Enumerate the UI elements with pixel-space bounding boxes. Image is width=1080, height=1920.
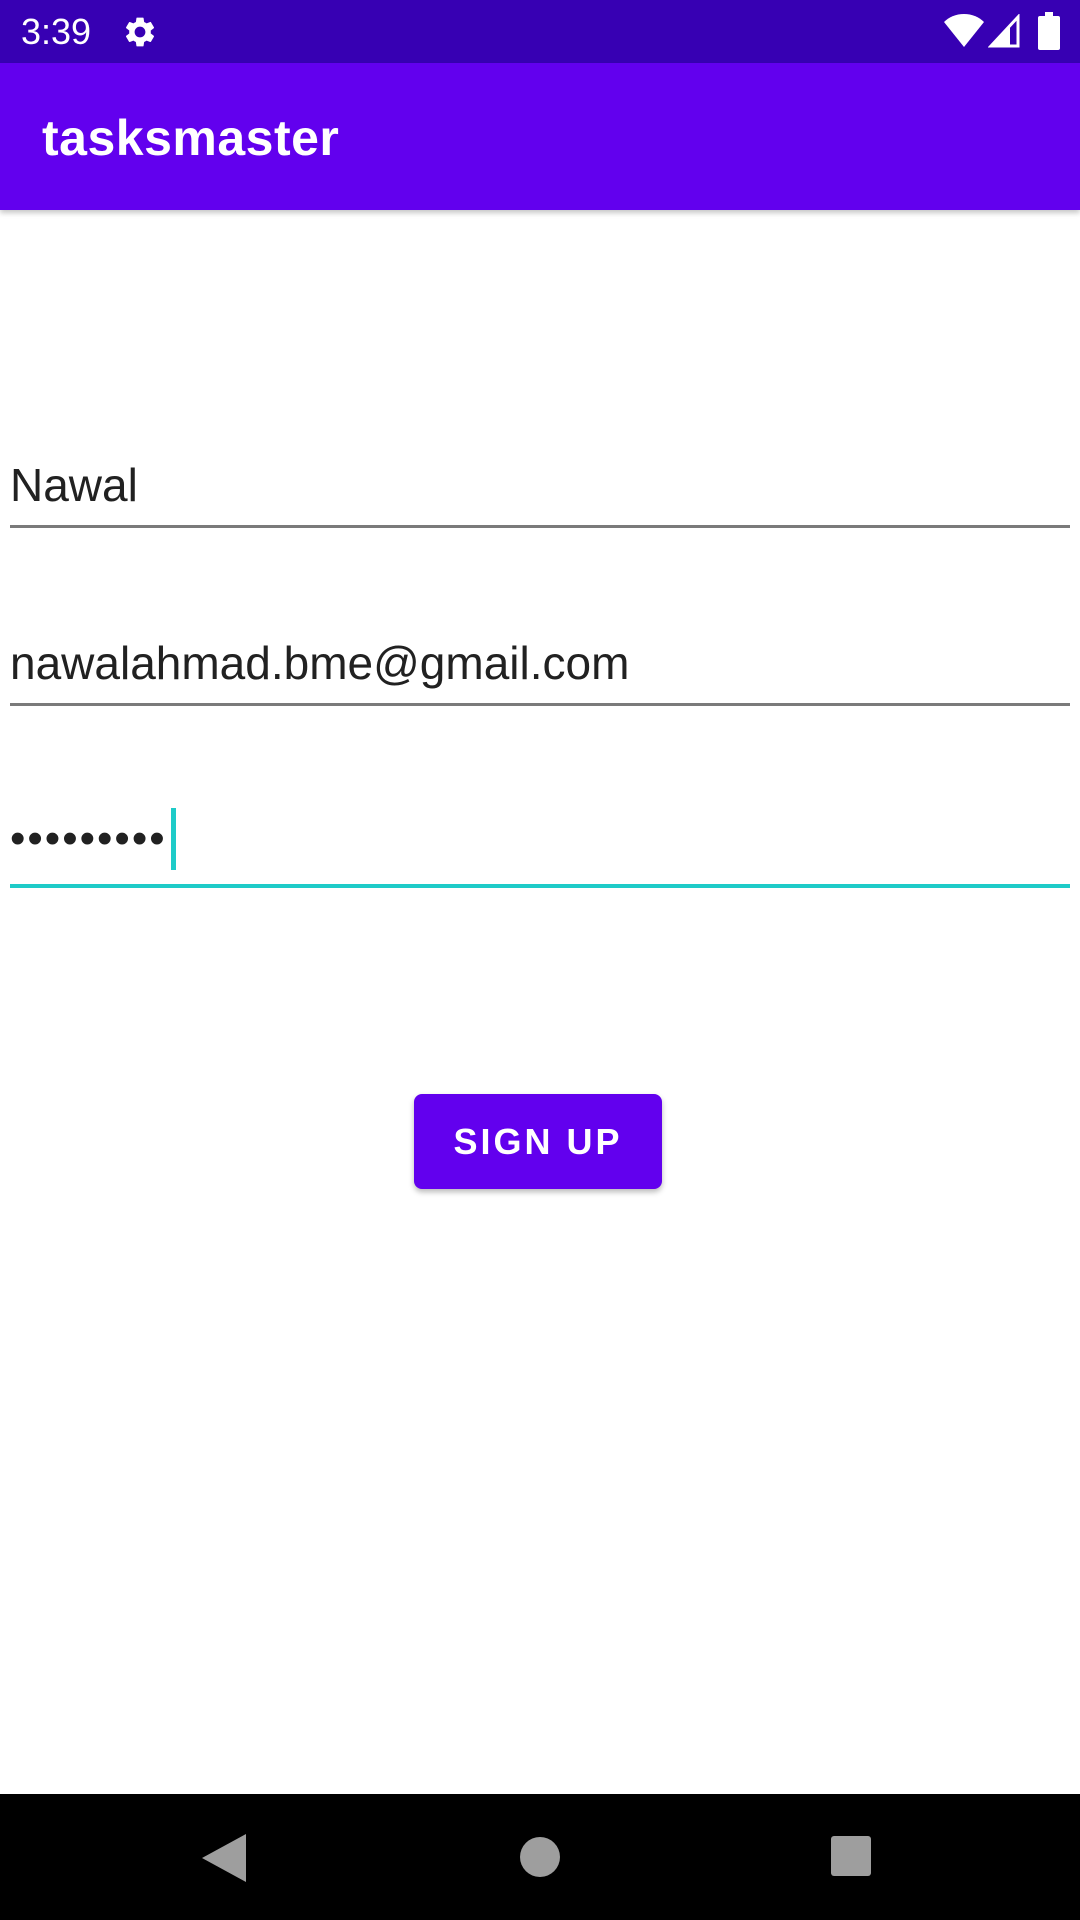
username-underline	[10, 525, 1070, 528]
signal-icon	[988, 14, 1020, 48]
gear-icon	[125, 17, 155, 47]
status-bar: 3:39	[0, 0, 1080, 63]
password-value: •••••••••	[10, 814, 167, 864]
password-field[interactable]: •••••••••	[10, 808, 1070, 888]
email-field[interactable]: nawalahmad.bme@gmail.com	[10, 626, 1070, 706]
password-text-wrap: •••••••••	[10, 808, 176, 872]
app-title: tasksmaster	[42, 110, 340, 166]
navigation-bar	[0, 1794, 1080, 1920]
email-value: nawalahmad.bme@gmail.com	[10, 637, 630, 689]
app-bar: tasksmaster	[0, 63, 1080, 210]
text-cursor	[170, 808, 176, 870]
battery-icon	[1038, 12, 1060, 50]
status-time: 3:39	[21, 11, 92, 52]
email-underline	[10, 703, 1070, 706]
wifi-icon	[944, 14, 984, 47]
password-underline	[10, 884, 1070, 888]
back-icon[interactable]	[202, 1834, 246, 1882]
recents-icon[interactable]	[831, 1836, 871, 1876]
username-field[interactable]: Nawal	[10, 448, 1070, 528]
sign-up-button[interactable]: SIGN UP	[414, 1094, 662, 1189]
username-value: Nawal	[10, 459, 138, 511]
home-icon[interactable]	[519, 1836, 561, 1878]
